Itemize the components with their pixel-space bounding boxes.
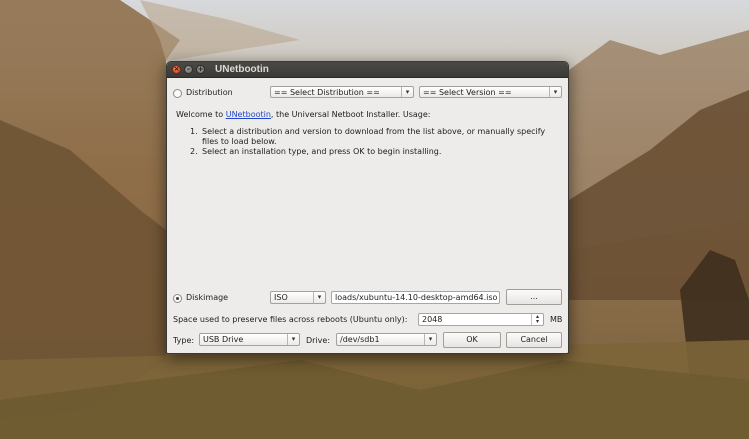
image-type-select[interactable]: ISO ▾	[270, 291, 326, 304]
persistence-spinbox[interactable]: 2048 ▴ ▾	[418, 313, 544, 326]
chevron-down-icon: ▾	[549, 87, 561, 97]
diskimage-label: Diskimage	[186, 293, 229, 302]
image-path-input[interactable]: loads/xubuntu-14.10-desktop-amd64.iso	[331, 291, 500, 304]
spin-arrows-icon[interactable]: ▴ ▾	[531, 314, 543, 325]
minimize-icon[interactable]: –	[184, 65, 193, 74]
title-bar: × – + UNetbootin	[167, 62, 568, 78]
chevron-down-icon: ▾	[424, 334, 436, 345]
type-label: Type:	[173, 336, 195, 345]
diskimage-radio[interactable]	[173, 294, 182, 303]
cancel-button[interactable]: Cancel	[506, 332, 562, 348]
distribution-select[interactable]: == Select Distribution == ▾	[270, 86, 414, 98]
window-title: UNetbootin	[215, 64, 269, 75]
step-1: 1. Select a distribution and version to d…	[190, 127, 546, 146]
unetbootin-window: × – + UNetbootin Distribution == Select …	[166, 61, 569, 354]
distribution-radio[interactable]	[173, 89, 182, 98]
usage-steps: 1. Select a distribution and version to d…	[190, 127, 562, 157]
install-type-select[interactable]: USB Drive ▾	[199, 333, 300, 346]
step-2: 2. Select an installation type, and press…	[190, 147, 442, 156]
close-icon[interactable]: ×	[172, 65, 181, 74]
distribution-label: Distribution	[186, 88, 233, 97]
maximize-icon[interactable]: +	[196, 65, 205, 74]
drive-select[interactable]: /dev/sdb1 ▾	[336, 333, 437, 346]
chevron-down-icon: ▾	[287, 334, 299, 345]
chevron-down-icon: ▾	[313, 292, 325, 303]
chevron-down-icon: ▾	[401, 87, 413, 97]
ok-button[interactable]: OK	[443, 332, 501, 348]
persistence-label: Space used to preserve files across rebo…	[173, 315, 408, 324]
browse-button[interactable]: ...	[506, 289, 562, 305]
persistence-unit: MB	[550, 315, 563, 324]
version-select[interactable]: == Select Version == ▾	[419, 86, 562, 98]
unetbootin-link[interactable]: UNetbootin	[226, 110, 271, 119]
drive-label: Drive:	[306, 336, 331, 345]
welcome-text: Welcome to UNetbootin, the Universal Net…	[176, 110, 431, 119]
